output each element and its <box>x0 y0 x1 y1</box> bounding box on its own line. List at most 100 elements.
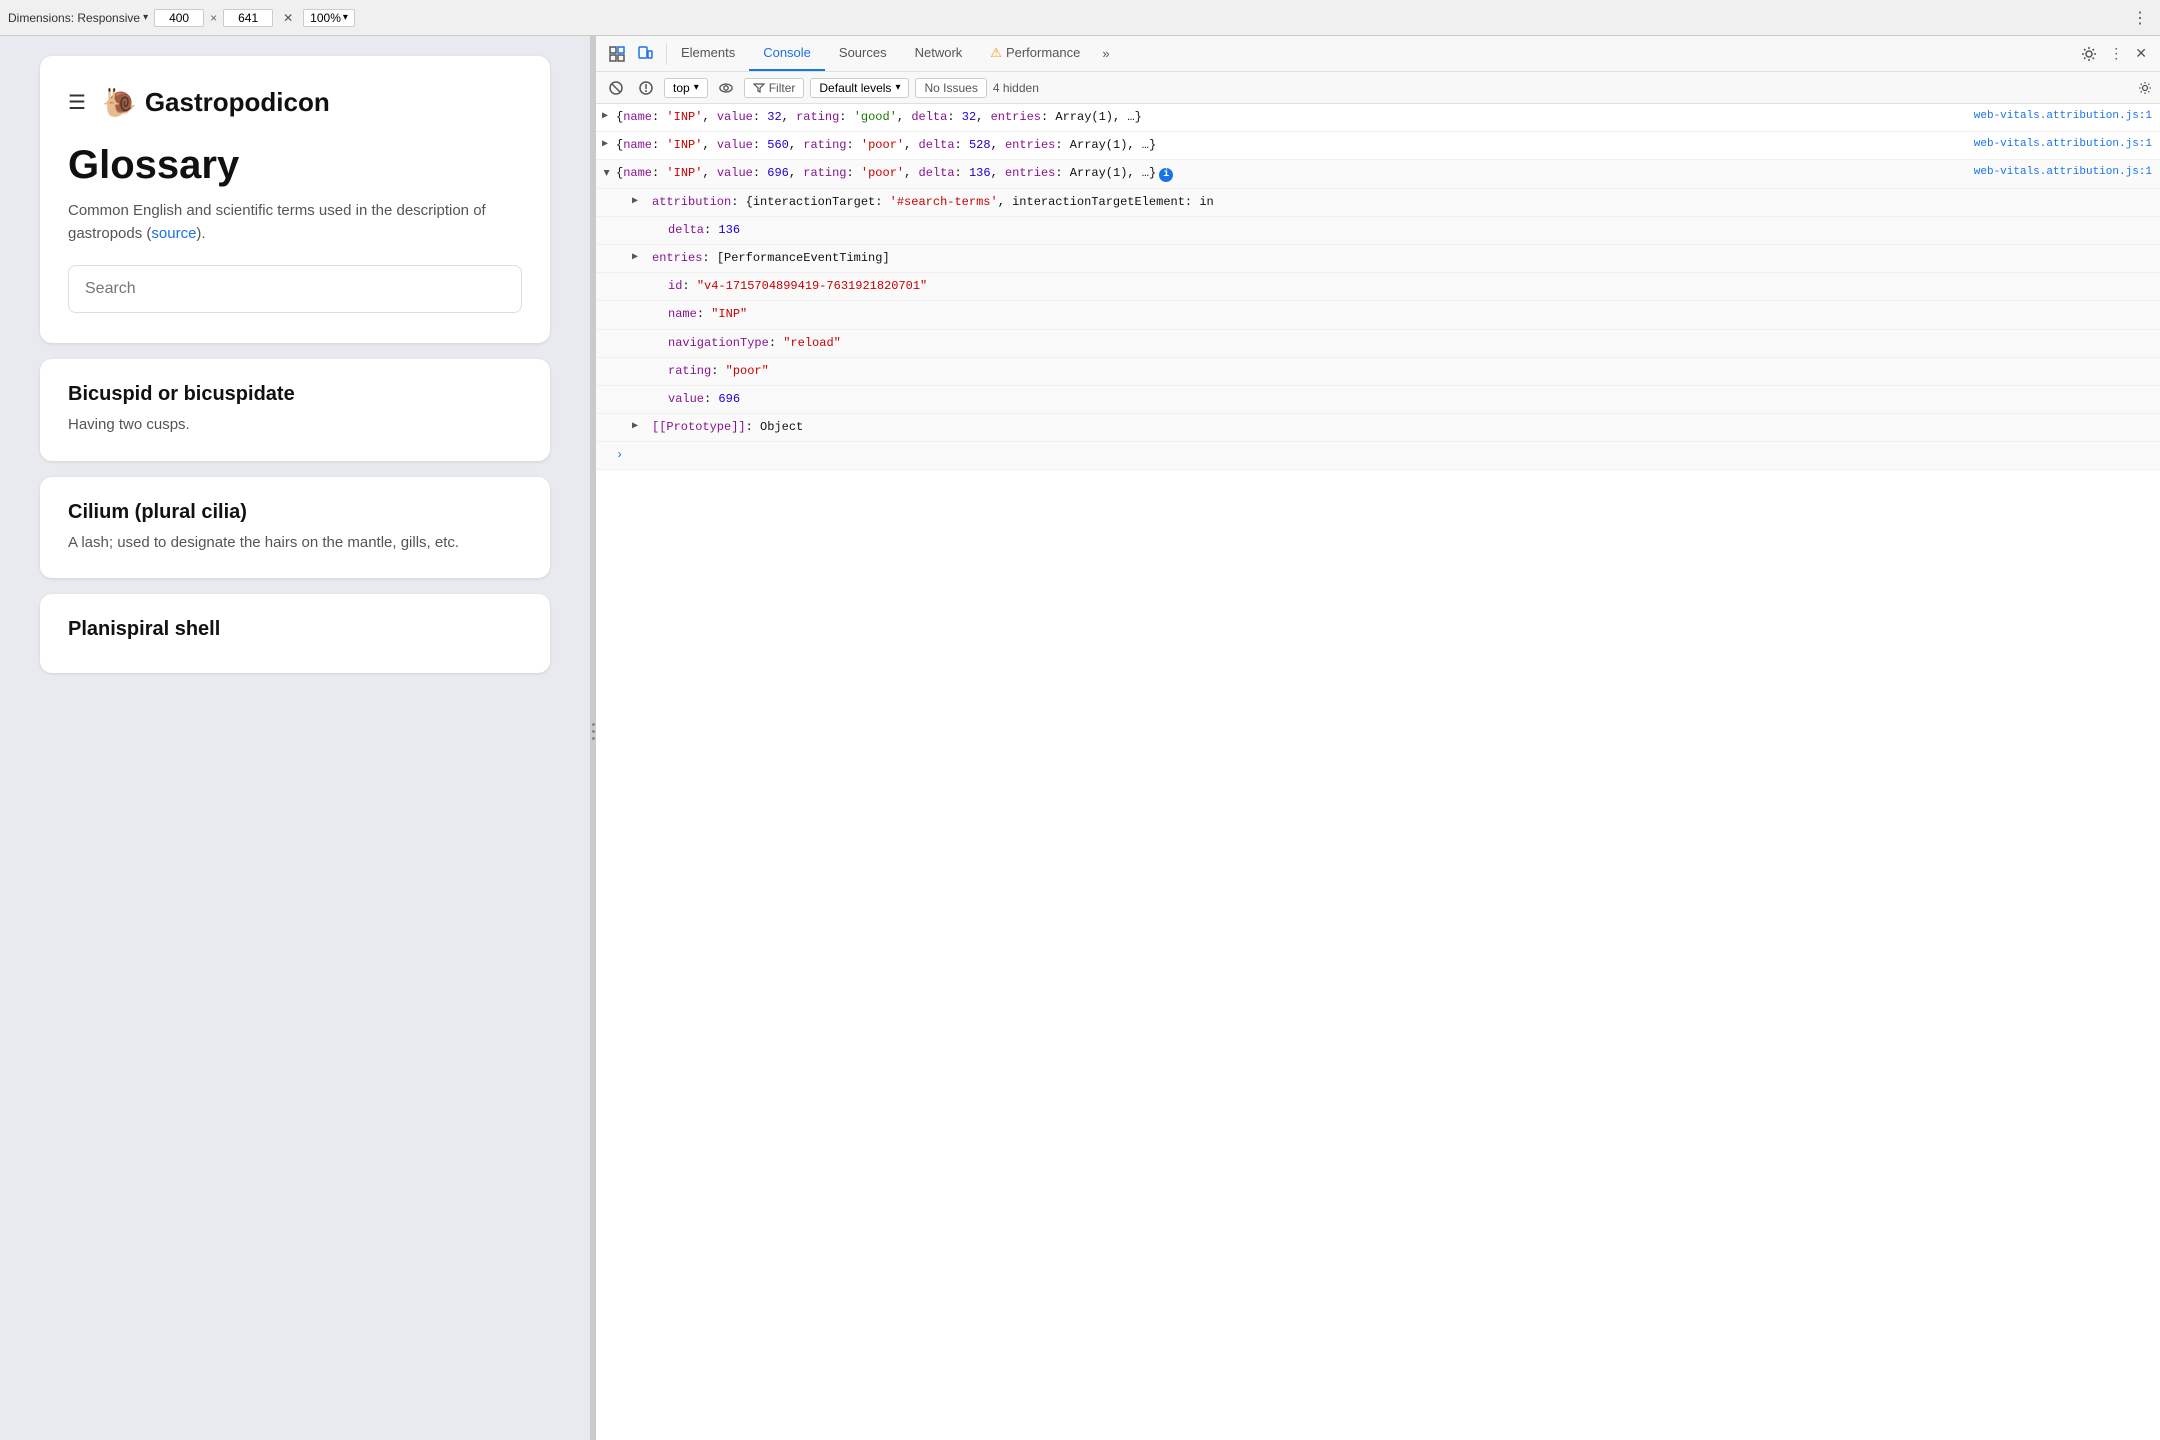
source-link[interactable]: web-vitals.attribution.js:1 <box>1974 164 2152 182</box>
tab-sources[interactable]: Sources <box>825 36 901 71</box>
tab-elements[interactable]: Elements <box>667 36 749 71</box>
eye-btn[interactable] <box>714 78 738 98</box>
warning-icon: ⚠ <box>990 45 1002 61</box>
entry-colon: : <box>704 392 718 406</box>
devtools-header: Elements Console Sources Network ⚠ Perfo… <box>596 36 2160 72</box>
entry-colon: : <box>746 420 760 434</box>
console-child-entry[interactable]: value: 696 <box>596 386 2160 414</box>
tab-performance-label: Performance <box>1006 45 1080 60</box>
console-child-entry[interactable]: ▶ [[Prototype]]: Object <box>596 414 2160 442</box>
glossary-item: Planispiral shell <box>40 594 550 673</box>
devtools-panel: Elements Console Sources Network ⚠ Perfo… <box>596 36 2160 1440</box>
console-child-entry[interactable]: ▶ attribution: {interactionTarget: '#sea… <box>596 189 2160 217</box>
resize-dot <box>592 723 595 726</box>
console-settings-btn[interactable] <box>2138 81 2152 95</box>
preserve-log-btn[interactable] <box>634 78 658 98</box>
more-icon: ⋮ <box>2109 45 2123 62</box>
console-output: ▶ web-vitals.attribution.js:1 {name: 'IN… <box>596 104 2160 1440</box>
console-child-entry[interactable]: delta: 136 <box>596 217 2160 245</box>
filter-label: Filter <box>769 81 796 95</box>
main-area: ☰ 🐌 Gastropodicon Glossary Common Englis… <box>0 36 2160 1440</box>
zoom-selector[interactable]: 100% ▾ <box>303 9 355 27</box>
console-child-entry[interactable]: name: "INP" <box>596 301 2160 329</box>
search-input[interactable] <box>68 265 522 313</box>
glossary-definition: Having two cusps. <box>68 414 522 437</box>
devtools-icons-left <box>596 43 667 65</box>
tab-console[interactable]: Console <box>749 36 825 71</box>
entry-key: attribution <box>652 195 731 209</box>
tab-performance[interactable]: ⚠ Performance <box>976 36 1094 71</box>
expand-arrow-icon[interactable]: ▶ <box>602 137 608 153</box>
entry-value: Object <box>760 420 803 434</box>
chevron-down-icon: ▾ <box>143 12 148 23</box>
info-badge[interactable]: i <box>1159 168 1173 182</box>
dimension-separator: × <box>210 11 217 25</box>
entry-value: [PerformanceEventTiming] <box>717 251 890 265</box>
levels-label: Default levels <box>819 81 891 95</box>
console-input-area[interactable]: › <box>596 442 2160 470</box>
entry-text: {name: 'INP', value: 560, rating: 'poor'… <box>616 138 1156 152</box>
entry-value: "reload" <box>783 336 841 350</box>
dimensions-text: Dimensions: Responsive <box>8 11 140 25</box>
tab-network[interactable]: Network <box>901 36 977 71</box>
source-link[interactable]: web-vitals.attribution.js:1 <box>1974 136 2152 154</box>
devtools-icons-right: ⋮ ✕ <box>2068 42 2160 65</box>
more-options-btn[interactable]: ⋮ <box>2128 6 2152 30</box>
chevron-down-icon: ▾ <box>694 82 699 93</box>
context-selector[interactable]: top ▾ <box>664 78 708 98</box>
site-header: ☰ 🐌 Gastropodicon <box>68 86 522 119</box>
more-devtools-btn[interactable]: ⋮ <box>2104 42 2128 65</box>
glossary-item: Bicuspid or bicuspidate Having two cusps… <box>40 359 550 461</box>
chevron-down-icon: ▾ <box>895 82 900 93</box>
inspect-element-btn[interactable] <box>604 43 630 65</box>
hamburger-icon[interactable]: ☰ <box>68 90 86 115</box>
close-devtools-btn[interactable]: ✕ <box>2130 42 2152 65</box>
page-title: Glossary <box>68 143 522 188</box>
console-entry-expanded[interactable]: ▶ web-vitals.attribution.js:1 {name: 'IN… <box>596 160 2160 188</box>
site-logo: 🐌 Gastropodicon <box>102 86 330 119</box>
console-toolbar: top ▾ Filter Default levels ▾ No Is <box>596 72 2160 104</box>
close-dimension-btn[interactable]: ✕ <box>279 9 297 27</box>
glossary-term: Planispiral shell <box>68 618 522 641</box>
clear-console-btn[interactable] <box>604 78 628 98</box>
height-input[interactable] <box>223 9 273 27</box>
toolbar-right: ⋮ <box>2128 6 2152 30</box>
width-input[interactable] <box>154 9 204 27</box>
console-child-entry[interactable]: rating: "poor" <box>596 358 2160 386</box>
entry-key: name <box>668 307 697 321</box>
levels-selector[interactable]: Default levels ▾ <box>810 78 909 98</box>
resize-dot <box>592 730 595 733</box>
expand-arrow-icon[interactable]: ▶ <box>632 250 638 266</box>
source-link[interactable]: web-vitals.attribution.js:1 <box>1974 108 2152 126</box>
entry-text: {name: 'INP', value: 696, rating: 'poor'… <box>616 166 1173 180</box>
hidden-count: 4 hidden <box>993 81 1039 95</box>
expand-arrow-icon[interactable]: ▶ <box>602 109 608 125</box>
webpage-panel: ☰ 🐌 Gastropodicon Glossary Common Englis… <box>0 36 590 1440</box>
console-child-entry[interactable]: navigationType: "reload" <box>596 330 2160 358</box>
more-tabs-btn[interactable]: » <box>1094 36 1117 71</box>
entry-key: navigationType <box>668 336 769 350</box>
source-link[interactable]: source <box>151 225 196 242</box>
device-toggle-btn[interactable] <box>632 43 658 65</box>
entry-key: id <box>668 279 682 293</box>
console-child-entry[interactable]: id: "v4-1715704899419-7631921820701" <box>596 273 2160 301</box>
glossary-definition: A lash; used to designate the hairs on t… <box>68 532 522 555</box>
entry-colon: : <box>711 364 725 378</box>
expand-arrow-icon[interactable]: ▶ <box>632 194 638 210</box>
entry-colon: : <box>682 279 696 293</box>
top-toolbar: Dimensions: Responsive ▾ × ✕ 100% ▾ ⋮ <box>0 0 2160 36</box>
console-entry[interactable]: ▶ web-vitals.attribution.js:1 {name: 'IN… <box>596 132 2160 160</box>
filter-btn[interactable]: Filter <box>744 78 805 98</box>
webpage-inner: ☰ 🐌 Gastropodicon Glossary Common Englis… <box>0 36 590 1440</box>
expand-arrow-icon[interactable]: ▶ <box>597 170 613 176</box>
site-title: Gastropodicon <box>145 87 330 118</box>
entry-colon: : <box>769 336 783 350</box>
no-issues-badge: No Issues <box>915 78 986 98</box>
expand-arrow-icon[interactable]: ▶ <box>632 419 638 435</box>
console-entry[interactable]: ▶ web-vitals.attribution.js:1 {name: 'IN… <box>596 104 2160 132</box>
tab-sources-label: Sources <box>839 45 887 60</box>
entry-value: 696 <box>718 392 740 406</box>
console-child-entry[interactable]: ▶ entries: [PerformanceEventTiming] <box>596 245 2160 273</box>
glossary-description: Common English and scientific terms used… <box>68 200 522 245</box>
settings-btn[interactable] <box>2076 43 2102 65</box>
